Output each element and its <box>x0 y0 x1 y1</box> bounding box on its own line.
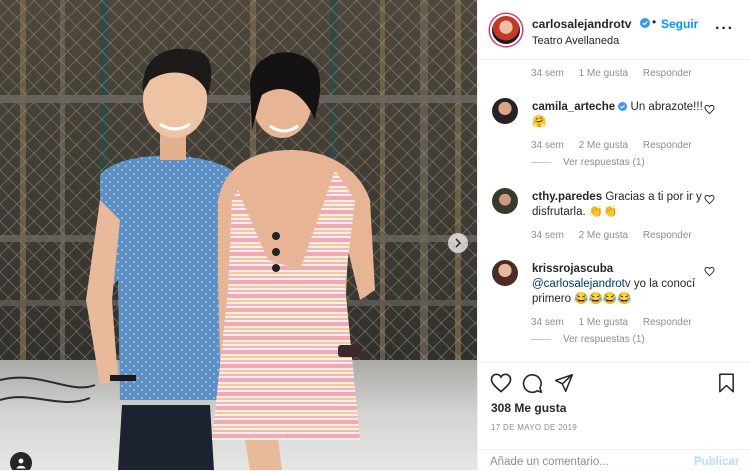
reply-button[interactable]: Responder <box>643 68 692 79</box>
reply-button[interactable]: Responder <box>643 140 692 151</box>
publish-button[interactable]: Publicar <box>694 456 739 468</box>
comment-age: 34 sem <box>531 140 564 151</box>
chevron-right-icon <box>455 238 462 248</box>
user-icon <box>16 458 26 469</box>
post-actions: 308 Me gusta 17 DE MAYO DE 2019 Publicar <box>478 362 750 470</box>
comment-text-block: camila_arteche Un abrazote!!! 🤗 <box>532 100 710 130</box>
verified-badge-icon <box>640 18 650 28</box>
add-comment-bar: Publicar <box>478 449 750 471</box>
author-username[interactable]: carlosalejandrotv <box>532 17 631 31</box>
share-icon[interactable] <box>554 373 574 393</box>
heart-icon[interactable] <box>704 266 715 277</box>
comment-meta: 34 sem 2 Me gusta Responder <box>531 230 704 241</box>
commenter-username[interactable]: krissrojascuba <box>532 263 613 275</box>
view-replies-label: Ver respuestas (1) <box>563 157 645 168</box>
heart-icon[interactable] <box>704 194 715 205</box>
commenter-avatar[interactable] <box>492 188 518 214</box>
more-options-button[interactable]: ··· <box>715 20 734 38</box>
heart-icon[interactable] <box>490 373 512 393</box>
commenter-username[interactable]: camila_arteche <box>532 101 615 113</box>
replies-line <box>531 162 551 163</box>
comment-input[interactable] <box>490 456 680 468</box>
reply-button[interactable]: Responder <box>643 317 692 328</box>
view-replies-label: Ver respuestas (1) <box>563 334 645 345</box>
post-header: carlosalejandrotv • Seguir Teatro Avella… <box>478 0 750 60</box>
author-avatar[interactable] <box>490 14 522 46</box>
comment-meta: 34 sem 1 Me gusta Responder <box>531 68 704 79</box>
heart-icon[interactable] <box>704 104 715 115</box>
comment-meta: 34 sem 1 Me gusta Responder <box>531 317 704 328</box>
tagged-users-button[interactable] <box>10 452 32 470</box>
comment-likes[interactable]: 2 Me gusta <box>579 140 628 151</box>
comment-meta: 34 sem 2 Me gusta Responder <box>531 140 704 151</box>
post-photo[interactable] <box>0 0 477 470</box>
comment-likes[interactable]: 2 Me gusta <box>579 230 628 241</box>
reply-button[interactable]: Responder <box>643 230 692 241</box>
comment-likes[interactable]: 1 Me gusta <box>579 68 628 79</box>
post-sidebar: carlosalejandrotv • Seguir Teatro Avella… <box>477 0 750 470</box>
comment-age: 34 sem <box>531 230 564 241</box>
view-replies-button[interactable]: Ver respuestas (1) <box>531 334 645 345</box>
bookmark-icon[interactable] <box>718 373 735 393</box>
verified-badge-icon <box>618 102 628 111</box>
comment-text-block: cthy.paredes Gracias a ti por ir y disfr… <box>532 190 710 220</box>
comment-age: 34 sem <box>531 68 564 79</box>
comment-mention[interactable]: @carlosalejandrotv <box>532 278 631 290</box>
follow-button[interactable]: Seguir <box>661 17 698 31</box>
commenter-username[interactable]: cthy.paredes <box>532 191 602 203</box>
post-location[interactable]: Teatro Avellaneda <box>532 35 619 47</box>
comment-age: 34 sem <box>531 317 564 328</box>
photo-scene <box>0 0 477 470</box>
next-photo-button[interactable] <box>448 233 468 253</box>
comment-likes[interactable]: 1 Me gusta <box>579 317 628 328</box>
post-date[interactable]: 17 DE MAYO DE 2019 <box>491 423 577 432</box>
commenter-avatar[interactable] <box>492 98 518 124</box>
view-replies-button[interactable]: Ver respuestas (1) <box>531 157 645 168</box>
commenter-avatar[interactable] <box>492 260 518 286</box>
likes-count[interactable]: 308 Me gusta <box>491 401 566 415</box>
comment-text-block: krissrojascuba @carlosalejandrotv yo la … <box>532 262 710 307</box>
comment-icon[interactable] <box>522 373 543 394</box>
instagram-post: carlosalejandrotv • Seguir Teatro Avella… <box>0 0 750 470</box>
header-separator: • <box>652 15 657 29</box>
replies-line <box>531 339 551 340</box>
